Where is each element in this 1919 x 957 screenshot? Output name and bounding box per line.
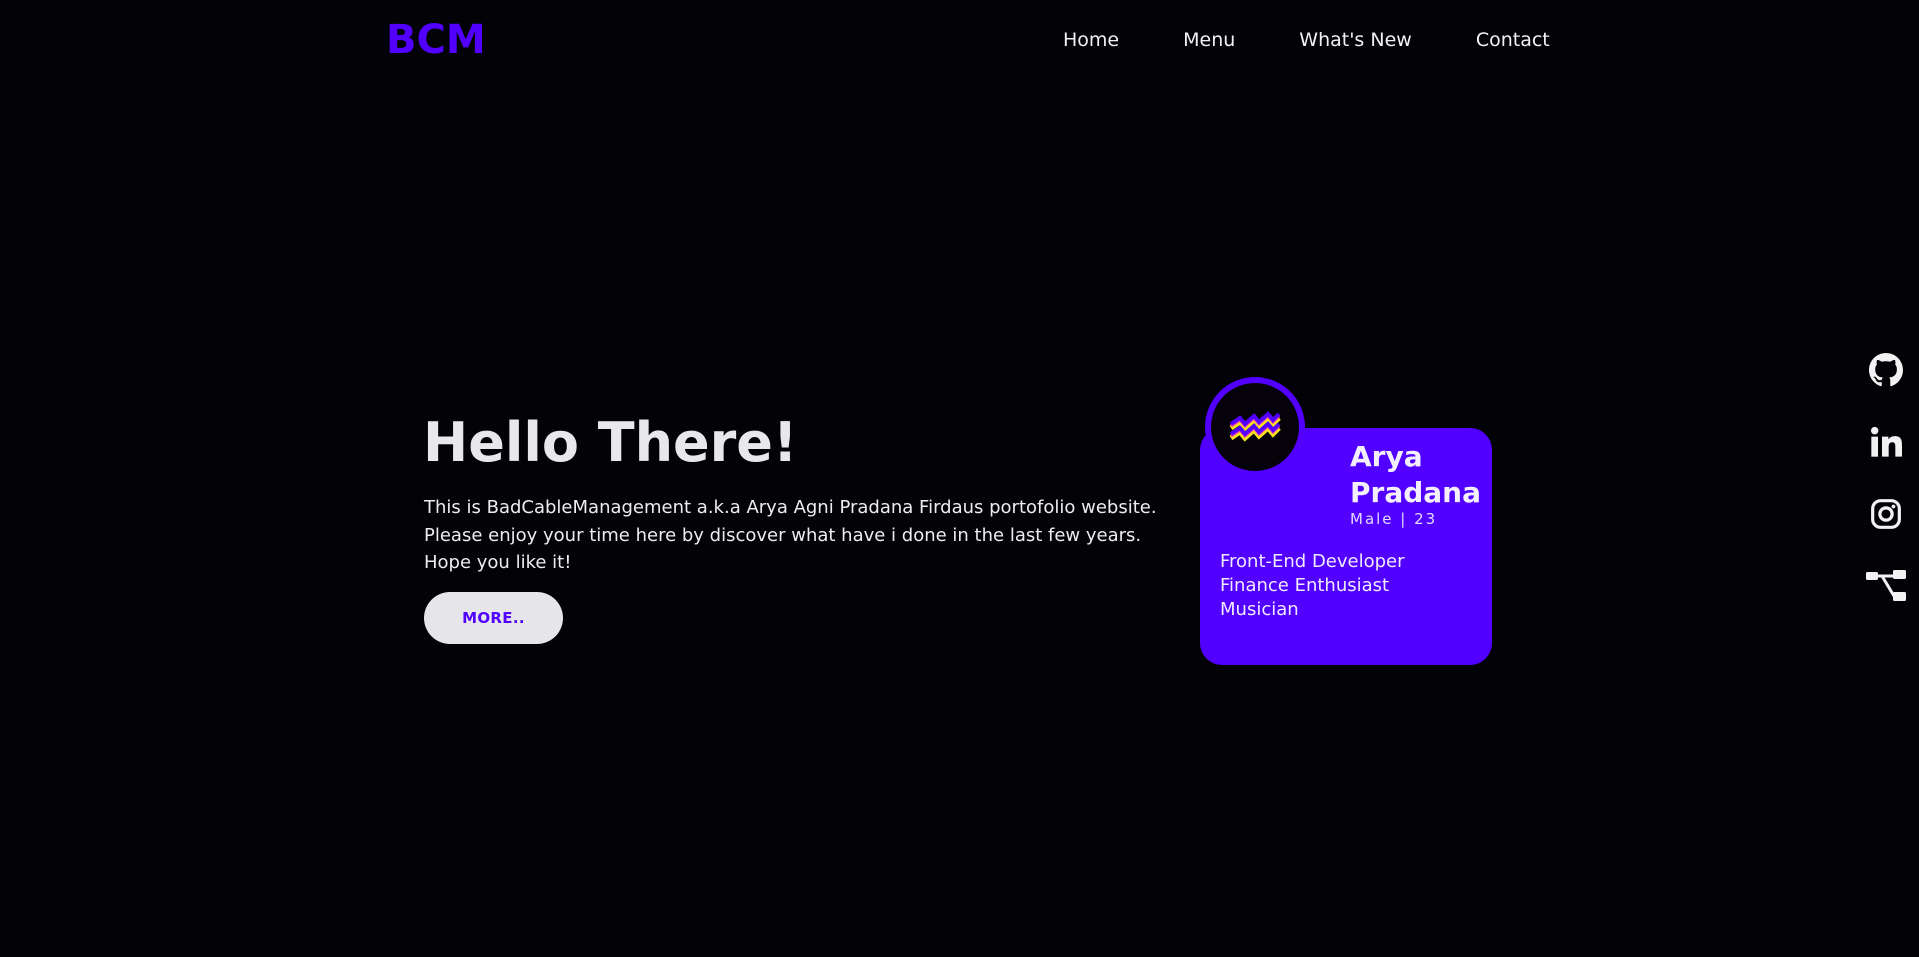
hero-description: This is BadCableManagement a.k.a Arya Ag… xyxy=(424,494,1164,577)
avatar xyxy=(1205,377,1305,477)
sitemap-link[interactable] xyxy=(1866,566,1906,606)
more-button[interactable]: MORE.. xyxy=(424,592,563,644)
nav-whats-new[interactable]: What's New xyxy=(1299,27,1412,53)
github-icon xyxy=(1869,353,1903,387)
linkedin-icon xyxy=(1870,426,1902,457)
profile-last-name: Pradana xyxy=(1350,476,1481,509)
aquarius-icon xyxy=(1229,411,1281,442)
nav-contact[interactable]: Contact xyxy=(1476,27,1550,53)
sitemap-icon xyxy=(1866,570,1906,601)
main-nav: Home Menu What's New Contact xyxy=(1063,27,1550,53)
github-link[interactable] xyxy=(1866,350,1906,390)
hero-line: Hope you like it! xyxy=(424,552,572,573)
nav-menu[interactable]: Menu xyxy=(1183,27,1235,53)
hero-line: Please enjoy your time here by discover … xyxy=(424,524,1142,546)
instagram-link[interactable] xyxy=(1866,494,1906,534)
site-logo[interactable]: BCM xyxy=(386,14,486,66)
profile-first-name: Arya xyxy=(1350,440,1423,473)
profile-meta: Male | 23 xyxy=(1350,510,1438,528)
linkedin-link[interactable] xyxy=(1866,422,1906,462)
role-item: Front-End Developer xyxy=(1220,551,1405,572)
hero-title: Hello There! xyxy=(423,411,798,474)
role-item: Finance Enthusiast xyxy=(1220,575,1390,596)
role-item: Musician xyxy=(1220,599,1299,620)
profile-roles: Front-End Developer Finance Enthusiast M… xyxy=(1220,550,1405,622)
page: BCM Home Menu What's New Contact Hello T… xyxy=(0,0,1919,957)
hero-line: This is BadCableManagement a.k.a Arya Ag… xyxy=(424,497,1157,518)
social-links xyxy=(1866,350,1906,638)
nav-home[interactable]: Home xyxy=(1063,27,1119,53)
instagram-icon xyxy=(1871,499,1901,529)
profile-name: Arya Pradana xyxy=(1350,439,1481,511)
